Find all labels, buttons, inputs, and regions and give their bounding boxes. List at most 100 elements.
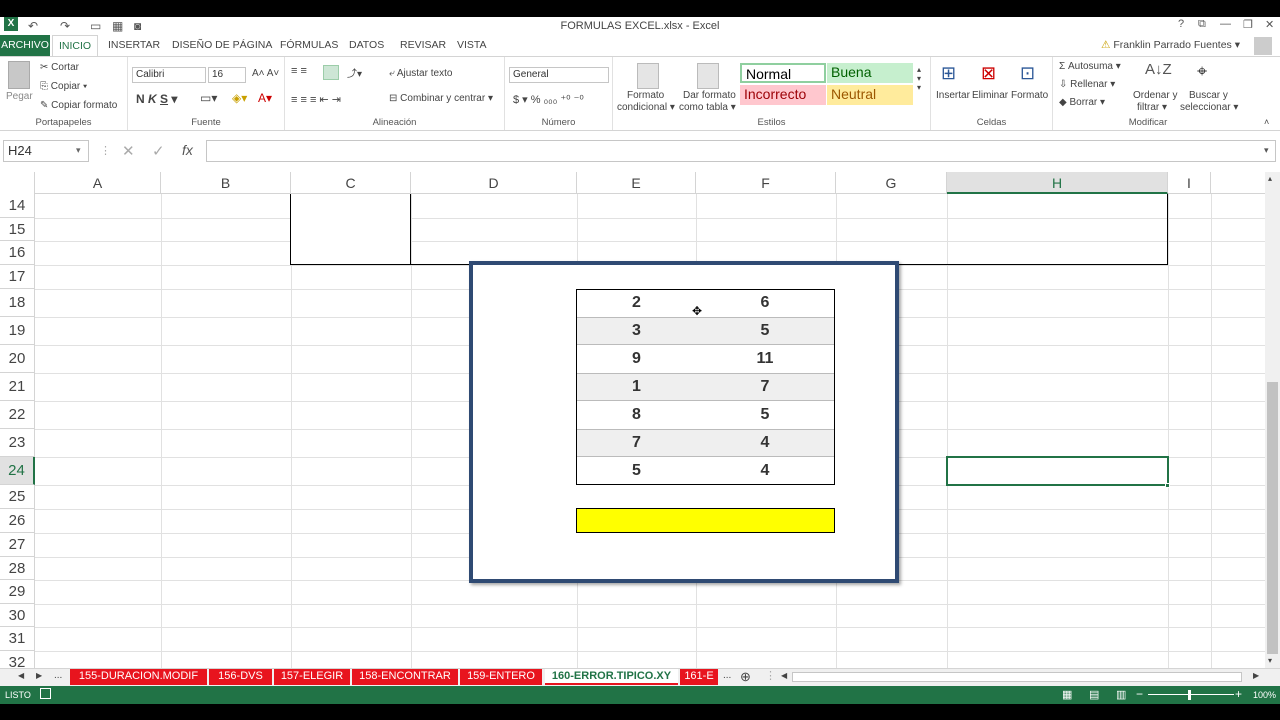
- tab-archivo[interactable]: ARCHIVO: [0, 35, 50, 56]
- row-header-22[interactable]: 22: [0, 401, 35, 429]
- namebox-dropdown-icon[interactable]: ▾: [76, 145, 81, 156]
- prev-sheet-icon[interactable]: ◀: [18, 671, 24, 680]
- orientation-icon[interactable]: ⤴▾: [347, 65, 362, 80]
- restore-icon[interactable]: ❐: [1243, 18, 1253, 31]
- cell-e18[interactable]: 2: [577, 289, 696, 317]
- minimize-icon[interactable]: —: [1220, 18, 1231, 30]
- sheet-ellipsis-right[interactable]: ...: [723, 670, 731, 681]
- sort-filter-label-2[interactable]: filtrar ▾: [1137, 102, 1167, 113]
- currency-icon[interactable]: $ ▾ % ₀₀₀ ⁺⁰ ⁻⁰: [513, 93, 584, 106]
- style-incorrecto[interactable]: Incorrecto: [740, 85, 826, 105]
- format-cells-button[interactable]: Formato: [1011, 90, 1048, 101]
- merge-center-button[interactable]: ⊟ Combinar y centrar ▾: [389, 93, 493, 104]
- cell-f24[interactable]: 4: [696, 457, 834, 485]
- horizontal-scrollbar[interactable]: [792, 672, 1242, 682]
- align-bottom-icon[interactable]: [323, 65, 339, 80]
- cell-f22[interactable]: 5: [696, 401, 834, 429]
- align-top-icon[interactable]: ≡ ≡: [291, 65, 307, 77]
- row-header-21[interactable]: 21: [0, 373, 35, 401]
- row-header-20[interactable]: 20: [0, 345, 35, 373]
- sort-filter-label-1[interactable]: Ordenar y: [1133, 90, 1177, 101]
- styles-scroll-icon[interactable]: ▴ ▾ ▾: [917, 65, 921, 92]
- column-header-d[interactable]: D: [411, 172, 577, 194]
- cell-e19[interactable]: 3: [577, 317, 696, 345]
- tab-inicio[interactable]: INICIO: [52, 35, 98, 57]
- sheet-tab-156[interactable]: 156-DVS: [209, 669, 272, 685]
- zoom-in-icon[interactable]: +: [1235, 687, 1242, 701]
- row-header-25[interactable]: 25: [0, 485, 35, 509]
- sheet-tab-159[interactable]: 159-ENTERO: [460, 669, 542, 685]
- sheet-ellipsis-left[interactable]: ...: [54, 670, 62, 681]
- fill-handle[interactable]: [1165, 483, 1170, 488]
- row-header-28[interactable]: 28: [0, 557, 35, 580]
- format-cells-icon[interactable]: ⊡: [1020, 63, 1035, 84]
- row-header-14[interactable]: 14: [0, 194, 35, 218]
- row-header-15[interactable]: 15: [0, 218, 35, 241]
- cell-e21[interactable]: 1: [577, 373, 696, 401]
- result-cell-e26[interactable]: [576, 508, 835, 533]
- column-header-e[interactable]: E: [577, 172, 696, 194]
- zoom-thumb[interactable]: [1188, 690, 1191, 700]
- column-header-f[interactable]: F: [696, 172, 836, 194]
- row-header-24[interactable]: 24: [0, 457, 35, 485]
- format-as-table-label-2[interactable]: como tabla ▾: [679, 102, 736, 113]
- cell-f21[interactable]: 7: [696, 373, 834, 401]
- selected-cell-h24[interactable]: [946, 456, 1169, 486]
- column-header-g[interactable]: G: [836, 172, 947, 194]
- normal-view-icon[interactable]: ▦: [1062, 688, 1072, 701]
- find-select-label-2[interactable]: seleccionar ▾: [1180, 102, 1238, 113]
- row-header-29[interactable]: 29: [0, 580, 35, 604]
- cell-f23[interactable]: 4: [696, 429, 834, 457]
- close-icon[interactable]: ✕: [1265, 18, 1274, 31]
- sort-filter-icon[interactable]: A↓Z: [1145, 61, 1172, 78]
- collapse-ribbon-icon[interactable]: ˄: [1264, 117, 1269, 127]
- sheet-tab-160-active[interactable]: 160-ERROR.TIPICO.XY: [545, 669, 678, 685]
- number-format-select[interactable]: General: [509, 67, 609, 83]
- worksheet-grid[interactable]: A B C D E F G H I 14 15 16 17 18 19 20 2…: [0, 172, 1265, 668]
- zoom-slider[interactable]: [1148, 694, 1234, 695]
- cell-f19[interactable]: 5: [696, 317, 834, 345]
- column-header-c[interactable]: C: [291, 172, 411, 194]
- cell-e24[interactable]: 5: [577, 457, 696, 485]
- tab-formulas[interactable]: FÓRMULAS: [280, 39, 338, 51]
- row-header-31[interactable]: 31: [0, 627, 35, 651]
- conditional-format-label-1[interactable]: Formato: [627, 90, 664, 101]
- style-buena[interactable]: Buena: [827, 63, 913, 83]
- zoom-out-icon[interactable]: −: [1136, 687, 1143, 701]
- sheet-tab-158[interactable]: 158-ENCONTRAR: [352, 669, 458, 685]
- fill-color-icon[interactable]: ◈▾: [232, 91, 247, 105]
- row-header-16[interactable]: 16: [0, 241, 35, 265]
- clear-button[interactable]: ◆ Borrar ▾: [1059, 97, 1105, 108]
- delete-cells-icon[interactable]: ⊠: [981, 63, 996, 84]
- ribbon-display-icon[interactable]: ⧉: [1198, 18, 1206, 31]
- add-sheet-icon[interactable]: ⊕: [740, 669, 751, 685]
- grow-font-icon[interactable]: A˄ A˅: [252, 68, 279, 79]
- row-header-26[interactable]: 26: [0, 509, 35, 533]
- copy-button[interactable]: ⎘ Copiar ▾: [40, 81, 87, 92]
- select-all-corner[interactable]: [0, 172, 35, 194]
- column-header-b[interactable]: B: [161, 172, 291, 194]
- hscroll-left-icon[interactable]: ◀: [781, 671, 787, 680]
- vertical-scrollbar[interactable]: ▴ ▾: [1265, 172, 1280, 668]
- zoom-level[interactable]: 100%: [1253, 690, 1276, 700]
- tab-datos[interactable]: DATOS: [349, 39, 384, 51]
- hscroll-right-icon[interactable]: ▶: [1253, 671, 1259, 680]
- cell-f20[interactable]: 11: [696, 345, 834, 373]
- format-as-table-label-1[interactable]: Dar formato: [683, 90, 736, 101]
- delete-cells-button[interactable]: Eliminar: [972, 90, 1008, 101]
- tab-insertar[interactable]: INSERTAR: [108, 39, 160, 51]
- sheet-tab-157[interactable]: 157-ELEGIR: [274, 669, 350, 685]
- scroll-down-icon[interactable]: ▾: [1268, 656, 1272, 665]
- user-name[interactable]: ⚠ Franklin Parrado Fuentes ▾: [1101, 39, 1240, 51]
- style-neutral[interactable]: Neutral: [827, 85, 913, 105]
- help-icon[interactable]: ?: [1178, 18, 1184, 30]
- next-sheet-icon[interactable]: ▶: [36, 671, 42, 680]
- macro-record-icon[interactable]: [40, 688, 51, 699]
- insert-cells-button[interactable]: Insertar: [936, 90, 970, 101]
- cut-button[interactable]: ✂ Cortar: [40, 62, 79, 73]
- sheet-tab-161[interactable]: 161-E: [680, 669, 718, 685]
- format-painter-button[interactable]: ✎ Copiar formato: [40, 100, 117, 111]
- avatar[interactable]: [1254, 37, 1272, 55]
- cell-e22[interactable]: 8: [577, 401, 696, 429]
- bold-icon[interactable]: N K S ▾: [136, 92, 177, 106]
